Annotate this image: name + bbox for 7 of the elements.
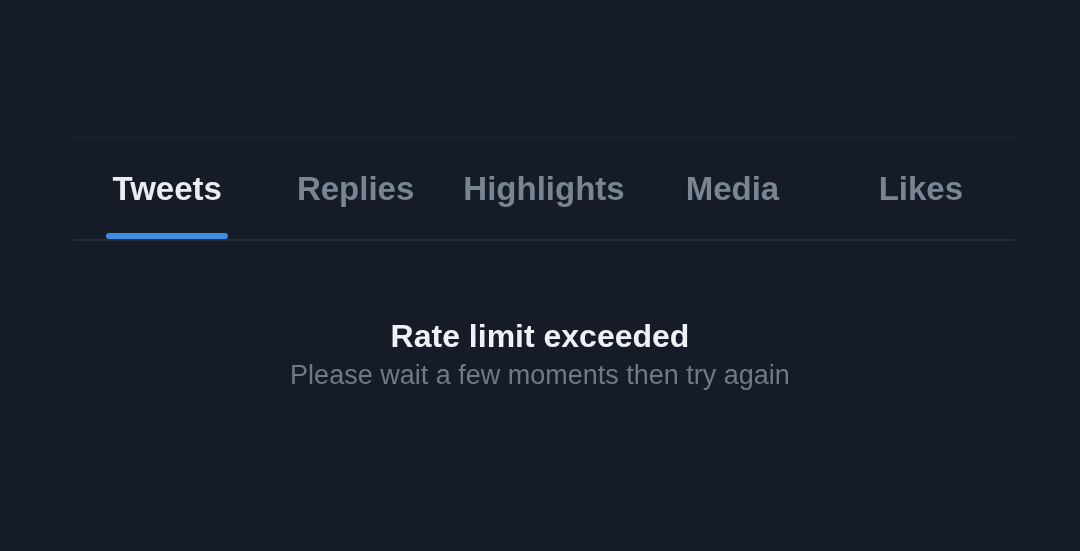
tab[interactable]: Tweets [106,138,228,239]
error-message: Please wait a few moments then try again [290,359,790,392]
error-title: Rate limit exceeded [390,317,690,356]
tab[interactable]: Replies [290,138,421,239]
tab[interactable]: Highlights [457,138,631,239]
tab[interactable]: Likes [872,138,969,239]
tab[interactable]: Media [679,138,786,239]
